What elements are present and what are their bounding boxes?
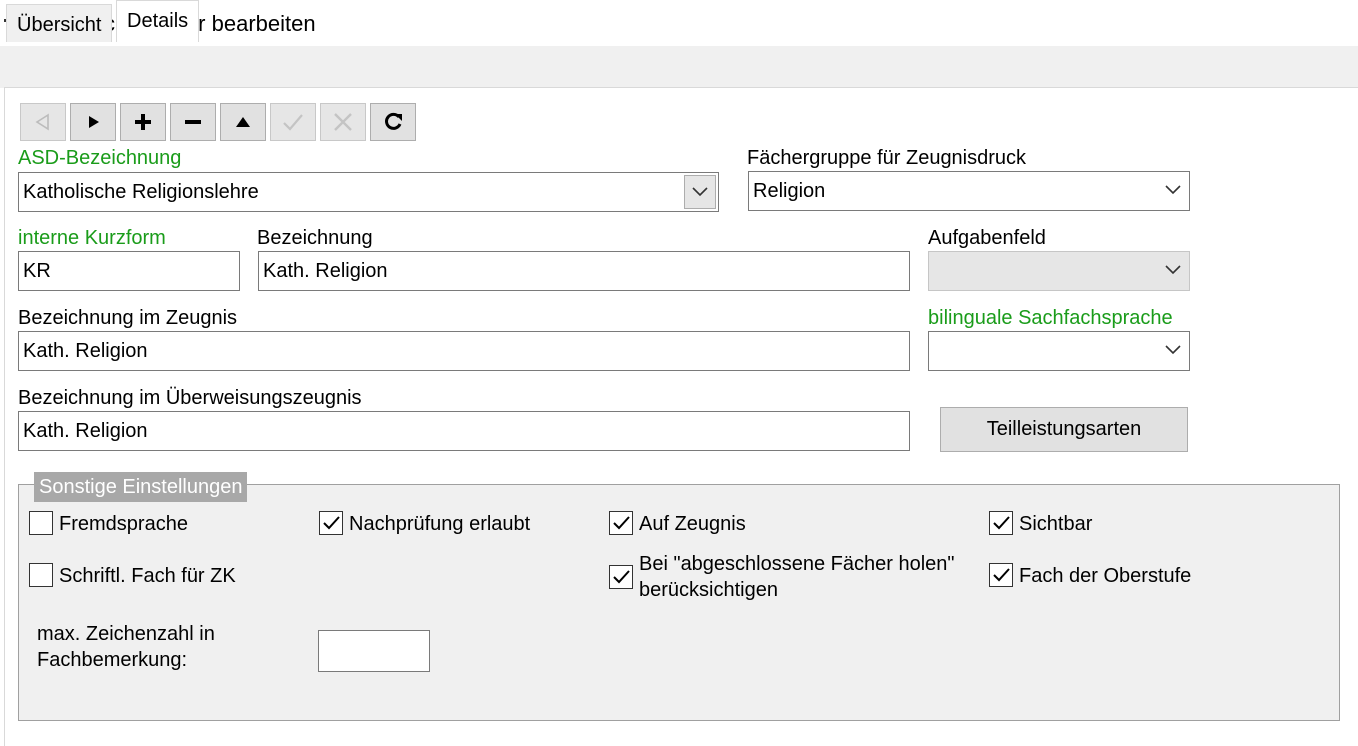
schriftl-checkbox[interactable] bbox=[29, 563, 53, 587]
auf-zeugnis-label: Auf Zeugnis bbox=[639, 513, 746, 535]
refresh-icon bbox=[385, 112, 402, 130]
triangle-left-icon bbox=[35, 113, 49, 131]
abgeschlossene-label-line1: Bei "abgeschlossene Fächer holen" bbox=[639, 553, 955, 575]
fremdsprache-checkbox[interactable] bbox=[29, 511, 53, 535]
sichtbar-label: Sichtbar bbox=[1019, 513, 1093, 535]
tab-strip bbox=[0, 46, 1358, 88]
aufgabenfeld-combobox[interactable] bbox=[928, 251, 1190, 291]
triangle-up-icon bbox=[236, 117, 250, 127]
check-icon bbox=[283, 114, 303, 131]
zeugnis-input[interactable]: Kath. Religion bbox=[18, 331, 910, 371]
refresh-record-button[interactable] bbox=[370, 103, 416, 141]
nachpruefung-label: Nachprüfung erlaubt bbox=[349, 513, 531, 535]
bezeichnung-input[interactable]: Kath. Religion bbox=[258, 251, 910, 291]
chevron-down-icon bbox=[1165, 345, 1181, 355]
delete-record-button[interactable] bbox=[170, 103, 216, 141]
kurzform-label: interne Kurzform bbox=[18, 227, 166, 249]
oberstufe-label: Fach der Oberstufe bbox=[1019, 565, 1192, 587]
kurzform-input[interactable]: KR bbox=[18, 251, 240, 291]
group-caption: Sonstige Einstellungen bbox=[34, 472, 248, 502]
cancel-record-button[interactable] bbox=[320, 103, 366, 141]
nachpruefung-checkbox[interactable] bbox=[319, 511, 343, 535]
teilleistungsarten-button[interactable]: Teilleistungsarten bbox=[940, 407, 1188, 452]
aufgabenfeld-label: Aufgabenfeld bbox=[928, 227, 1046, 249]
oberstufe-checkbox[interactable] bbox=[989, 563, 1013, 587]
schriftl-label: Schriftl. Fach für ZK bbox=[59, 565, 236, 587]
auf-zeugnis-checkbox[interactable] bbox=[609, 511, 633, 535]
zeichenzahl-label-line2: Fachbemerkung: bbox=[37, 649, 188, 671]
abgeschlossene-label-line2: berücksichtigen bbox=[639, 579, 778, 601]
faechergruppe-label: Fächergruppe für Zeugnisdruck bbox=[747, 147, 1027, 169]
add-record-button[interactable] bbox=[120, 103, 166, 141]
asd-value: Katholische Religionslehre bbox=[23, 181, 259, 203]
tab-details[interactable]: Details bbox=[116, 0, 200, 42]
check-icon bbox=[993, 516, 1010, 530]
check-icon bbox=[613, 570, 630, 584]
ueberweisung-label: Bezeichnung im Überweisungszeugnis bbox=[18, 387, 362, 409]
first-record-button[interactable] bbox=[20, 103, 66, 141]
bilingual-combobox[interactable] bbox=[928, 331, 1190, 371]
bilingual-label: bilinguale Sachfachsprache bbox=[928, 307, 1173, 329]
fremdsprache-label: Fremdsprache bbox=[59, 513, 188, 535]
zeichenzahl-input[interactable] bbox=[318, 630, 430, 672]
zeichenzahl-label-line1: max. Zeichenzahl in bbox=[37, 623, 215, 645]
abgeschlossene-checkbox[interactable] bbox=[609, 565, 633, 589]
edit-record-button[interactable] bbox=[220, 103, 266, 141]
check-icon bbox=[613, 516, 630, 530]
minus-icon bbox=[185, 120, 201, 124]
ueberweisung-input[interactable]: Kath. Religion bbox=[18, 411, 910, 451]
chevron-down-icon bbox=[1165, 265, 1181, 275]
next-record-button[interactable] bbox=[70, 103, 116, 141]
sichtbar-checkbox[interactable] bbox=[989, 511, 1013, 535]
faechergruppe-value: Religion bbox=[753, 180, 826, 202]
triangle-right-icon bbox=[89, 116, 99, 128]
check-icon bbox=[993, 568, 1010, 582]
plus-icon bbox=[135, 114, 151, 130]
asd-combobox[interactable]: Katholische Religionslehre bbox=[18, 172, 719, 212]
tab-uebersicht[interactable]: Übersicht bbox=[6, 4, 113, 42]
check-icon bbox=[323, 516, 340, 530]
x-icon bbox=[334, 113, 352, 131]
save-record-button[interactable] bbox=[270, 103, 316, 141]
asd-label: ASD-Bezeichnung bbox=[18, 147, 182, 169]
chevron-down-icon bbox=[692, 187, 708, 197]
bezeichnung-label: Bezeichnung bbox=[257, 227, 373, 249]
asd-dropdown-button[interactable] bbox=[684, 175, 716, 209]
faechergruppe-combobox[interactable]: Religion bbox=[748, 171, 1190, 211]
zeugnis-label: Bezeichnung im Zeugnis bbox=[18, 307, 238, 329]
chevron-down-icon bbox=[1165, 185, 1181, 195]
